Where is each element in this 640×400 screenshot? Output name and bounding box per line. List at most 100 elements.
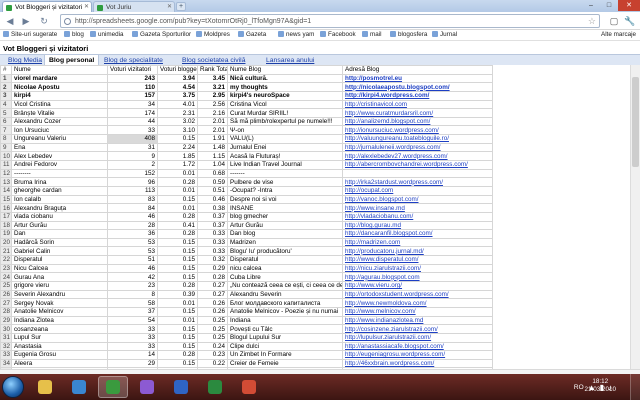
reload-icon[interactable]: ↻ [38, 15, 50, 27]
blog-link-cell[interactable]: http://www.indianazlotea.md [342, 315, 493, 326]
minimize-icon[interactable]: – [582, 0, 600, 11]
close-tab-icon[interactable]: ✕ [84, 3, 89, 10]
blog-link-cell[interactable]: http://46xxbrain.wordpress.com/ [342, 358, 493, 369]
blog-link-cell[interactable]: http://www.disperatul.com/ [342, 255, 493, 265]
table-cell: 4.54 [157, 82, 198, 92]
table-cell: 2 [0, 82, 12, 92]
close-window-icon[interactable]: ✕ [618, 0, 640, 11]
address-bar-url[interactable]: http://spreadsheets.google.com/pub?key=t… [75, 18, 311, 25]
blog-link-cell[interactable]: http://dancaranfil.blogspot.com/ [342, 229, 493, 239]
blog-link-cell[interactable]: http://producatoru.jurnal.md/ [342, 246, 493, 257]
table-cell: Ψ-on [227, 125, 343, 136]
table-cell: Ungureanu Valeriu [11, 134, 108, 144]
bookmark-star-icon[interactable]: ☆ [588, 16, 596, 27]
bookmark-item[interactable]: Facebook [320, 31, 356, 38]
wrench-icon[interactable]: 🔧 [624, 15, 636, 27]
vertical-scrollbar[interactable] [630, 65, 640, 369]
table-row: 31 Lupul Sur 33 0.15 0.25 Blogul Lupului Sur h… [0, 332, 493, 343]
scrollbar-thumb[interactable] [632, 77, 639, 167]
close-tab-icon[interactable]: ✕ [167, 3, 172, 10]
blog-link-cell[interactable]: http://madrizen.com [342, 237, 493, 248]
blog-link-cell[interactable]: http://anastassiacafe.blogspot.com/ [342, 341, 493, 352]
table-cell: Acasă la Fluturaș! [227, 151, 343, 162]
blog-link-cell[interactable]: http://alexlebedev27.wordpress.com/ [342, 151, 493, 162]
language-indicator[interactable]: RO [574, 384, 584, 391]
table-cell: 11 [0, 160, 12, 170]
show-desktop-button[interactable] [630, 374, 640, 400]
spreadsheet-grid[interactable]: # Nume Voturi vizitatori Voturi bloggeri Ran… [0, 65, 640, 369]
blog-link-cell[interactable]: http://posmotrel.eu [342, 73, 493, 84]
taskbar-app-paint[interactable] [234, 376, 264, 398]
blog-link-cell[interactable]: http://ionursuciuc.wordpress.com/ [342, 125, 493, 136]
bookmark-label: Jurnal [440, 31, 458, 38]
table-cell: 0.01 [157, 315, 198, 326]
bookmark-item[interactable]: Jurnal [432, 31, 457, 38]
table-cell: 113 [107, 185, 158, 196]
back-arrow-icon[interactable]: ◀ [4, 15, 16, 27]
blog-link-cell[interactable]: http://cosinzene.ziarulstrazii.com/ [342, 324, 493, 334]
blog-link-cell[interactable]: http://www.vieru.org/ [342, 281, 493, 291]
blog-link-cell[interactable]: http://www.melnicov.com/ [342, 306, 493, 317]
table-cell: 96 [107, 177, 158, 187]
address-bar[interactable]: http://spreadsheets.google.com/pub?key=t… [60, 14, 600, 28]
blog-link-cell[interactable]: http://nicu.ziarulstrazii.com/ [342, 263, 493, 274]
table-cell: Alex Lebedev [11, 151, 108, 162]
blog-link-cell[interactable]: http://vladaciobanu.com/ [342, 211, 493, 222]
maximize-icon[interactable]: □ [600, 0, 618, 11]
table-cell: Despre noi si voi [227, 194, 343, 205]
bookmark-favicon-icon [362, 31, 368, 37]
blog-link-cell[interactable]: http://www.insane.md [342, 203, 493, 213]
blog-link-cell[interactable]: http://nicolaeapostu.blogspot.com/ [342, 82, 493, 92]
blog-link-cell[interactable]: http://agurau.blogspot.com [342, 272, 493, 282]
clock[interactable]: 18:12 21.03.2010 [584, 378, 616, 394]
bookmark-item[interactable]: Site-uri sugerate [3, 31, 57, 38]
blog-link-cell[interactable]: http://www.curatmurdarsril.com/ [342, 108, 493, 118]
browser-tab-vot-bloggeri[interactable]: Vot Bloggeri și vizitatori ✕ [2, 1, 92, 12]
bookmark-item[interactable]: unimedia [90, 31, 124, 38]
new-tab-button[interactable]: + [176, 2, 186, 11]
blog-link-cell[interactable]: http://irka2stardust.wordpress.com/ [342, 177, 493, 187]
blog-link-cell[interactable]: http://eugeniagrosu.wordpress.com/ [342, 350, 493, 360]
blog-link-cell[interactable]: http://www.newmoldova.com/ [342, 298, 493, 308]
bookmark-item[interactable]: news yam [278, 31, 314, 38]
blog-link-cell[interactable] [342, 168, 493, 179]
taskbar-app-photo-viewer[interactable] [132, 376, 162, 398]
table-cell: 31 [0, 332, 12, 343]
blog-link-cell[interactable]: http://cristinavicol.com [342, 99, 493, 110]
taskbar-app-word[interactable] [166, 376, 196, 398]
blog-link-cell[interactable]: http://ortodoxstudent.wordpress.com/ [342, 289, 493, 300]
blog-link-cell[interactable]: http://lupulsur.ziarulstrazii.com/ [342, 332, 493, 343]
table-cell: 3.94 [157, 73, 198, 84]
blog-link-cell[interactable]: http://blog.gurau.md [342, 220, 493, 231]
bookmark-item[interactable]: blogosfera [390, 31, 427, 38]
bookmark-item[interactable]: Gazeta [238, 31, 266, 38]
start-button-icon[interactable] [2, 376, 24, 398]
table-cell: 44 [107, 116, 158, 127]
other-bookmarks[interactable]: Alte marcaje [601, 31, 636, 38]
bookmark-item[interactable]: blog [64, 31, 84, 38]
table-cell: 0.28 [157, 281, 198, 291]
table-cell: 13 [0, 177, 12, 187]
blog-link-cell[interactable]: http://vanoc.blogspot.com/ [342, 194, 493, 205]
table-cell: 0.28 [157, 229, 198, 239]
blog-link-cell[interactable]: http://analizemd.blogspot.com/ [342, 116, 493, 127]
taskbar-app-excel[interactable] [200, 376, 230, 398]
browser-tab-vot-juriu[interactable]: Vot Juriu ✕ [93, 1, 175, 12]
page-menu-icon[interactable]: ▢ [608, 15, 620, 27]
taskbar-app-chrome[interactable] [98, 376, 128, 398]
blog-link-cell[interactable]: http://jurnaluleneii.wordpress.com/ [342, 142, 493, 153]
blog-link-cell[interactable]: http://abercrombovchandrei.wordpress.com… [342, 160, 493, 170]
table-cell: Povești cu Tâlc [227, 324, 343, 334]
bookmark-item[interactable]: mail [362, 31, 382, 38]
blog-link-cell[interactable]: http://valuungureanu.toatebloguile.ro/ [342, 134, 493, 144]
taskbar-app-windows-explorer[interactable] [30, 376, 60, 398]
bookmark-item[interactable]: Gazeta Sporturilor [132, 31, 191, 38]
taskbar-app-media-player[interactable] [64, 376, 94, 398]
forward-arrow-icon[interactable]: ▶ [20, 15, 32, 27]
bookmark-item[interactable]: Moldpres [196, 31, 230, 38]
blog-link-cell[interactable]: http://kirpi4.wordpress.com/ [342, 90, 493, 101]
blog-link-cell[interactable]: http://ocupat.com [342, 185, 493, 196]
table-cell: 0.15 [157, 332, 198, 343]
table-cell: 0.46 [197, 194, 228, 205]
sheet-tab-strip: Blog Media Blog personal Blog de special… [0, 54, 640, 66]
